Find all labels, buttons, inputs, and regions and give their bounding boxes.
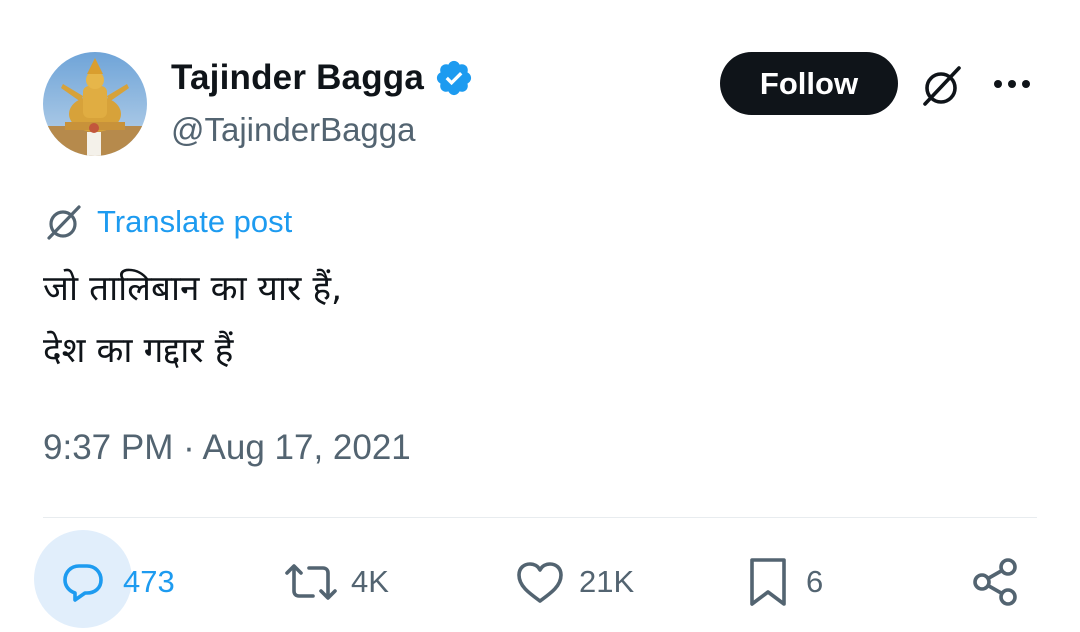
reply-icon	[63, 564, 103, 602]
repost-button[interactable]: 4K	[283, 540, 389, 624]
author-display-name[interactable]: Tajinder Bagga	[171, 56, 424, 100]
avatar-image	[43, 52, 147, 156]
repost-icon	[285, 564, 337, 600]
share-icon	[973, 558, 1017, 606]
avatar[interactable]	[43, 52, 147, 156]
bookmark-icon	[750, 558, 786, 606]
follow-button[interactable]: Follow	[720, 52, 898, 115]
grok-icon	[47, 205, 81, 240]
more-dots-icon[interactable]	[990, 66, 1034, 102]
tweet-card: Tajinder Bagga @TajinderBagga Follow Tra…	[0, 0, 1080, 632]
bookmark-count: 6	[806, 564, 824, 599]
post-timestamp[interactable]: 9:37 PM · Aug 17, 2021	[43, 424, 411, 472]
like-button[interactable]: 21K	[515, 540, 634, 624]
heart-icon	[517, 562, 563, 603]
post-text-line: देश का गद्दार हैं	[43, 331, 234, 371]
reply-button[interactable]: 473	[34, 530, 175, 628]
like-count: 21K	[579, 564, 635, 599]
reply-count: 473	[123, 564, 175, 599]
grok-icon[interactable]	[918, 62, 966, 110]
author-handle[interactable]: @TajinderBagga	[171, 108, 416, 152]
divider	[43, 517, 1037, 518]
post-text: जो तालिबान का यार हैं, देश का गद्दार हैं	[43, 258, 342, 382]
repost-count: 4K	[351, 564, 389, 599]
post-text-line: जो तालिबान का यार हैं,	[43, 269, 343, 309]
translate-post-link[interactable]: Translate post	[43, 200, 292, 244]
bookmark-button[interactable]: 6	[744, 540, 823, 624]
translate-post-label: Translate post	[97, 204, 293, 239]
verified-badge-icon	[436, 60, 472, 96]
share-button[interactable]	[970, 540, 1022, 624]
author-name-row: Tajinder Bagga	[171, 56, 474, 100]
